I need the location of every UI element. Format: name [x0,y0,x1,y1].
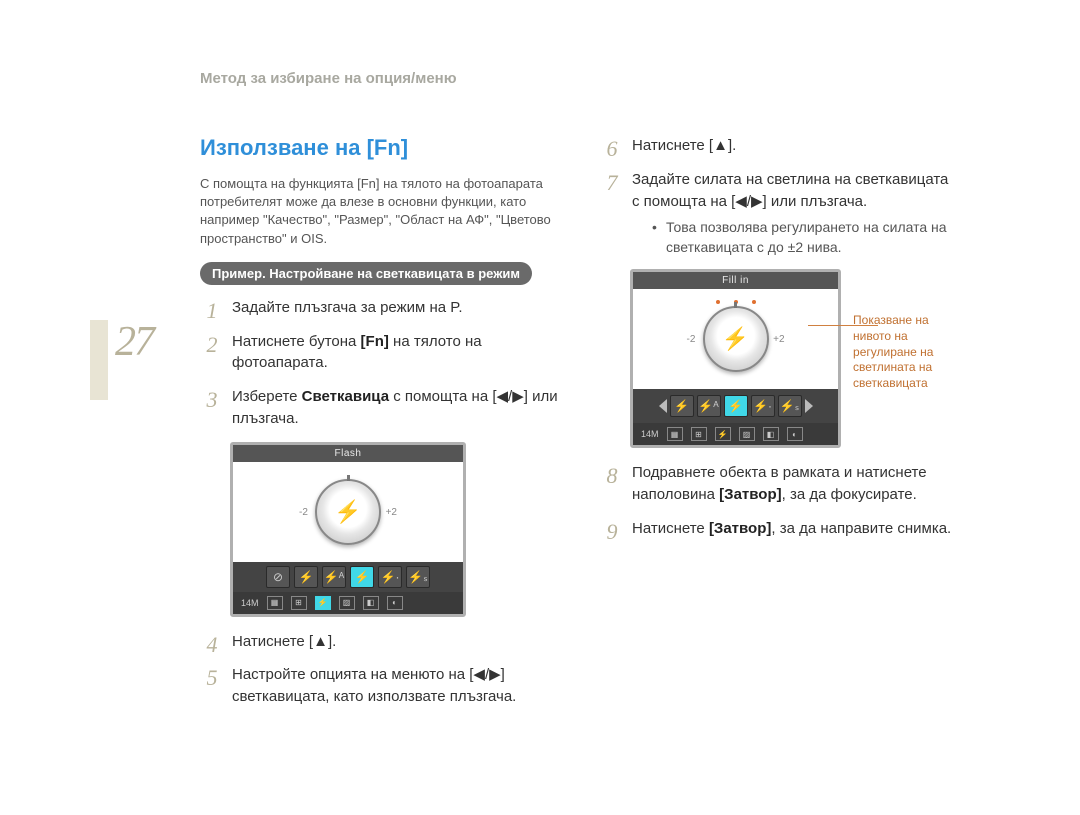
lcd-title: Fill in [633,272,838,289]
step-7-sub: Това позволява регулирането на силата на… [632,218,960,257]
step-text: Задайте плъзгача за режим на P. [232,299,463,316]
footer-icon: ⚡ [715,427,731,441]
strip-item: ⚡ [294,566,318,588]
strip-item: ⚡ᴬ [322,566,346,588]
example-label: Пример. Настройване на светкавицата в ре… [200,262,532,285]
dial: ⚡ -2 +2 [315,479,381,545]
strip-item: ⊘ [266,566,290,588]
strip-item: ⚡· [751,395,775,417]
dial-minus: -2 [299,507,308,518]
footer-icon: ◧ [763,427,779,441]
strip-item: ⚡ₛ [778,395,802,417]
footer-icon: ◧ [363,596,379,610]
flash-icon: ⚡ [722,326,749,352]
footer-14m: 14M [241,598,259,608]
step-3: 3 Изберете Светкавица с помощта на [◀/▶]… [200,386,560,430]
arrow-right-icon [805,399,813,413]
annotation-leader-line [808,325,878,326]
step-text: Изберете [232,388,302,405]
dial-plus: +2 [386,507,397,518]
lcd-screenshot-flash: Flash ⚡ -2 +2 ⊘ ⚡ ⚡ᴬ ⚡ ⚡· ⚡ₛ 14M ▦ ⊞ [230,442,466,617]
step-5: 5Настройте опцията на менюто на [◀/▶] св… [200,664,560,708]
lcd-body: ⚡ -2 +2 [633,289,838,389]
lcd-footer: 14M ▦ ⊞ ⚡ ▨ ◧ ◐ [633,423,838,445]
footer-icon: ▨ [739,427,755,441]
arrow-left-icon [659,399,667,413]
strip-item: ⚡ [670,395,694,417]
step-7: 7 Задайте силата на светлина на светкави… [600,169,960,258]
step-text: Натиснете бутона [232,333,361,350]
strip-item-selected: ⚡ [350,566,374,588]
page-number: 27 [115,318,153,366]
step-8: 8 Подравнете обекта в рамката и натиснет… [600,462,960,506]
flash-icon: ⚡ [334,499,361,525]
strip-item-selected: ⚡ [724,395,748,417]
step-text: Натиснете [632,520,709,537]
step-text: Задайте силата на светлина на светкавица… [632,171,948,210]
step-2: 2 Натиснете бутона [Fn] на тялото на фот… [200,331,560,375]
lcd-footer: 14M ▦ ⊞ ⚡ ▨ ◧ ◐ [233,592,463,614]
footer-icon: ▦ [267,596,283,610]
dial: ⚡ -2 +2 [703,306,769,372]
footer-icon: ▦ [667,427,683,441]
intro-text: С помощта на функцията [Fn] на тялото на… [200,175,560,248]
footer-icon: ▨ [339,596,355,610]
lcd-title: Flash [233,445,463,462]
side-tab [90,320,108,400]
left-column: Използване на [Fn] С помощта на функцият… [200,135,560,720]
steps-list-right-2: 8 Подравнете обекта в рамката и натиснет… [600,462,960,539]
footer-icon: ⊞ [691,427,707,441]
strip-item: ⚡ₛ [406,566,430,588]
step-1: 1Задайте плъзгача за режим на P. [200,297,560,319]
option-strip: ⊘ ⚡ ⚡ᴬ ⚡ ⚡· ⚡ₛ [233,562,463,592]
fn-key: [Fn] [361,333,389,350]
content-columns: Използване на [Fn] С помощта на функцият… [200,135,960,720]
shutter-key: [Затвор] [719,486,781,503]
dial-dots [716,300,756,304]
step-9: 9 Натиснете [Затвор], за да направите сн… [600,518,960,540]
page-header: Метод за избиране на опция/меню [200,70,457,87]
step-text: Настройте опцията на менюто на [◀/▶] све… [232,666,516,705]
option-strip: ⚡ ⚡ᴬ ⚡ ⚡· ⚡ₛ [633,389,838,423]
lcd-annotated: Fill in ⚡ -2 +2 ⚡ ⚡ᴬ ⚡ ⚡· ⚡ₛ [630,269,960,448]
step-4: 4Натиснете [▲]. [200,631,560,653]
footer-14m: 14M [641,429,659,439]
lcd-screenshot-fillin: Fill in ⚡ -2 +2 ⚡ ⚡ᴬ ⚡ ⚡· ⚡ₛ [630,269,841,448]
step-text: , за да направите снимка. [771,520,951,537]
step-text: Натиснете [▲]. [232,633,336,650]
step-text: Натиснете [▲]. [632,137,736,154]
dial-plus: +2 [773,334,784,345]
lcd-body: ⚡ -2 +2 [233,462,463,562]
steps-list-left: 1Задайте плъзгача за режим на P. 2 Натис… [200,297,560,430]
footer-icon: ◐ [787,427,803,441]
footer-icon: ⊞ [291,596,307,610]
section-title: Използване на [Fn] [200,135,560,161]
shutter-key: [Затвор] [709,520,771,537]
footer-icon: ◐ [387,596,403,610]
flash-bold: Светкавица [302,388,389,405]
sub-bullet: Това позволява регулирането на силата на… [652,218,960,257]
strip-item: ⚡· [378,566,402,588]
step-text: , за да фокусирате. [782,486,917,503]
steps-list-right: 6Натиснете [▲]. 7 Задайте силата на свет… [600,135,960,257]
strip-item: ⚡ᴬ [697,395,721,417]
step-6: 6Натиснете [▲]. [600,135,960,157]
footer-icon-selected: ⚡ [315,596,331,610]
dial-minus: -2 [687,334,696,345]
steps-list-left-2: 4Натиснете [▲]. 5Настройте опцията на ме… [200,631,560,708]
right-column: 6Натиснете [▲]. 7 Задайте силата на свет… [600,135,960,720]
